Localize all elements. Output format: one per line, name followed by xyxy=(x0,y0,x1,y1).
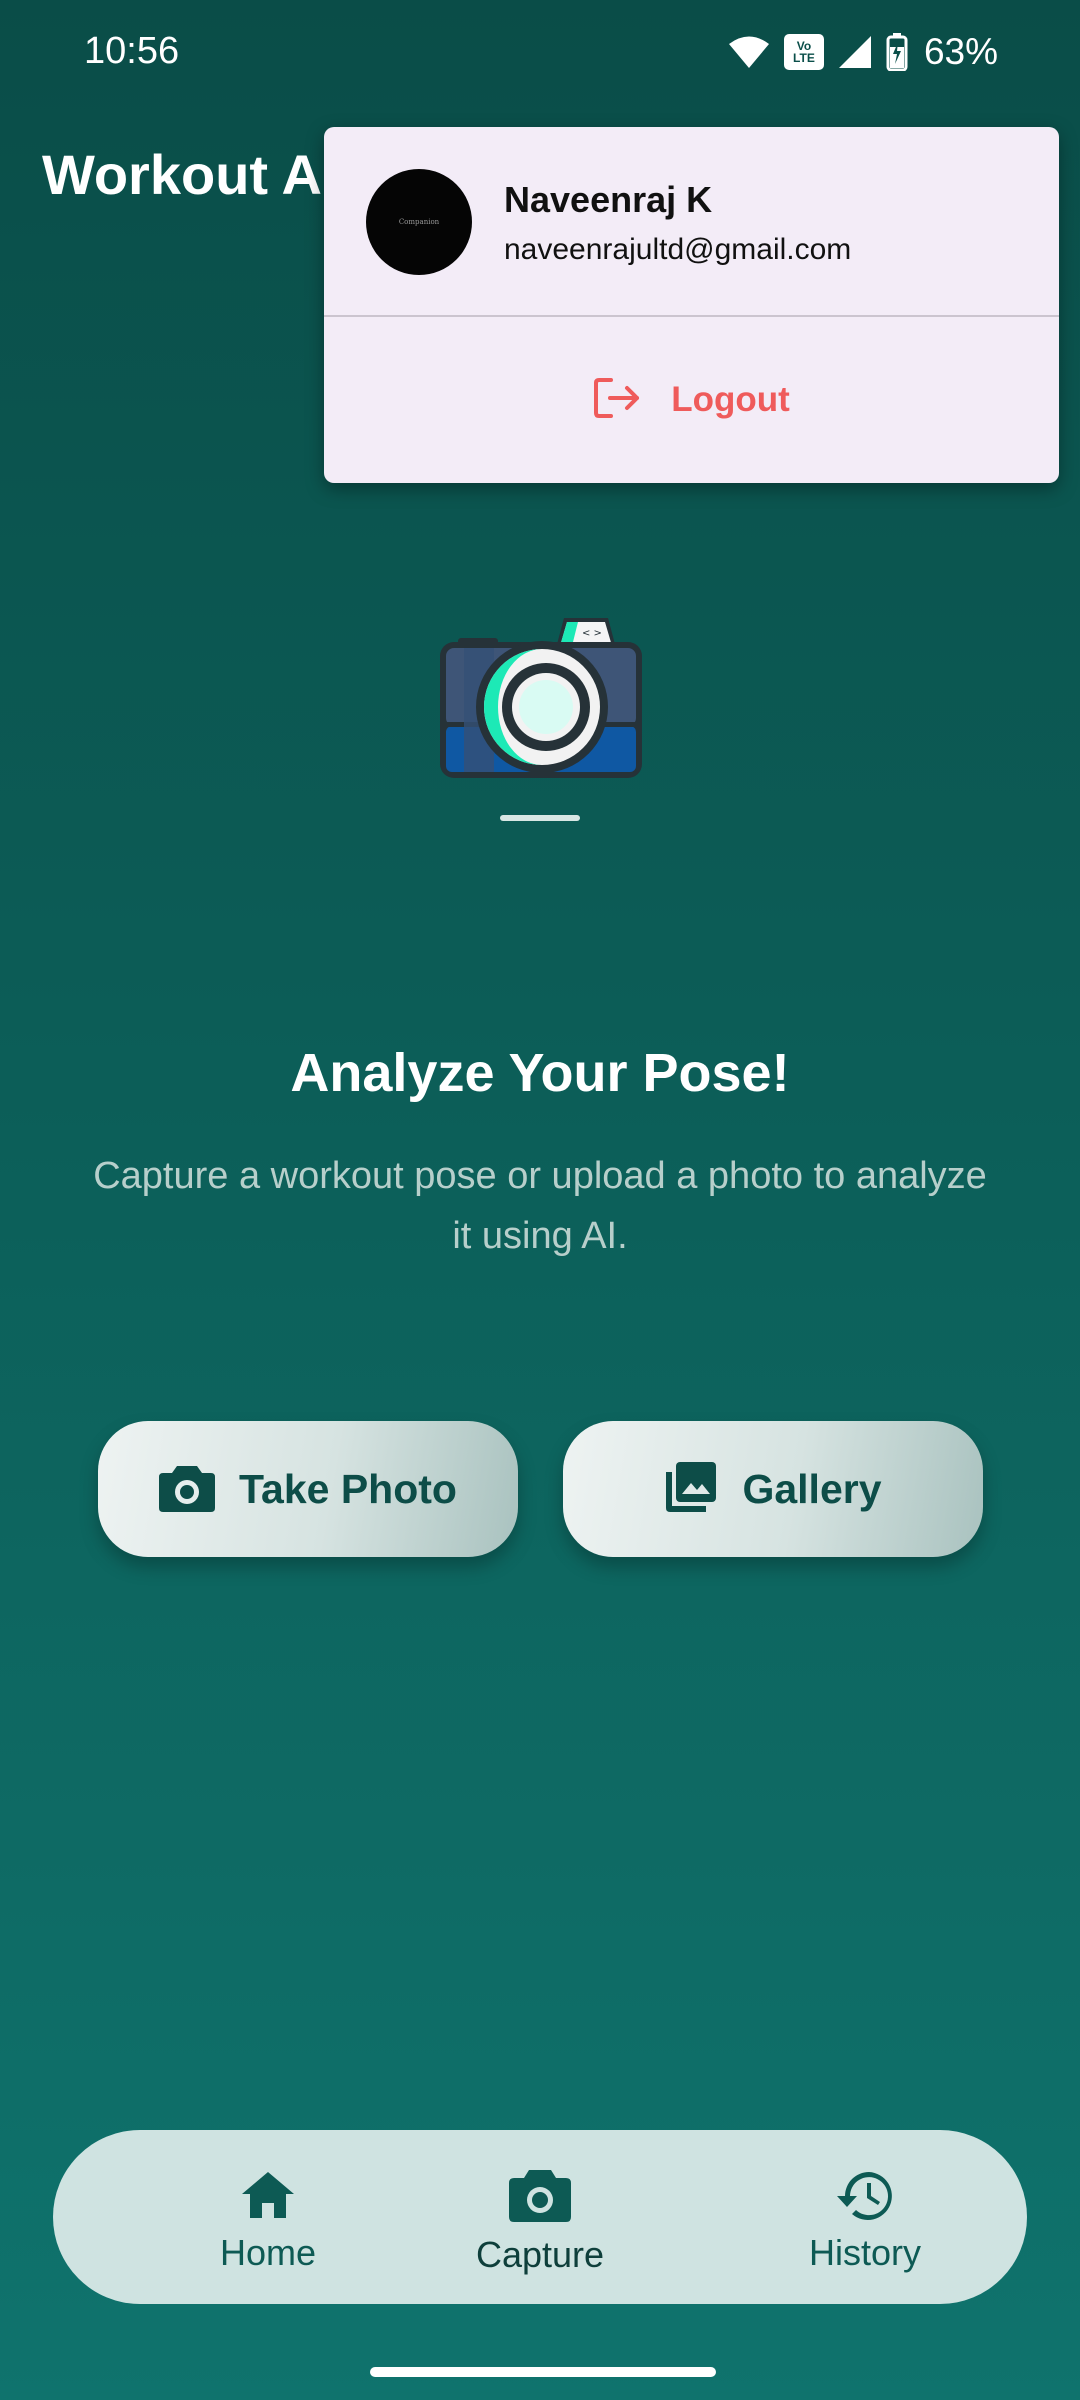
camera-icon xyxy=(509,2170,571,2222)
nav-item-capture[interactable]: Capture xyxy=(430,2130,650,2304)
nav-label-home: Home xyxy=(219,2232,317,2273)
signal-icon xyxy=(838,35,872,69)
wifi-icon xyxy=(728,35,770,69)
gallery-button[interactable]: Gallery xyxy=(563,1421,983,1557)
avatar: Companion xyxy=(366,169,472,275)
gallery-label: Gallery xyxy=(742,1465,882,1512)
user-name: Naveenraj K xyxy=(504,179,713,220)
home-icon xyxy=(242,2172,294,2218)
page-description: Capture a workout pose or upload a photo… xyxy=(93,1155,987,1257)
network-badge: Vo LTE xyxy=(793,39,815,65)
status-bar: 10:56 Vo LTE 63% xyxy=(0,0,1080,104)
nav-label-capture: Capture xyxy=(475,2234,605,2275)
logout-label: Logout xyxy=(671,380,790,419)
home-indicator xyxy=(370,2367,716,2377)
logout-icon xyxy=(593,376,641,425)
nav-label-history: History xyxy=(808,2232,921,2273)
take-photo-label: Take Photo xyxy=(239,1465,457,1512)
svg-text:< >: < > xyxy=(582,628,602,639)
account-popup-menu: Companion Naveenraj K naveenrajultd@gmai… xyxy=(324,127,1059,483)
bottom-navigation: Home Capture History xyxy=(53,2130,1027,2304)
volte-badge-icon: Vo LTE xyxy=(783,34,824,70)
take-photo-button[interactable]: Take Photo xyxy=(98,1421,518,1557)
illustration-divider xyxy=(500,815,580,821)
user-email: naveenrajultd@gmail.com xyxy=(504,233,852,266)
nav-item-home[interactable]: Home xyxy=(158,2130,378,2304)
page-headline: Analyze Your Pose! xyxy=(290,1043,790,1103)
camera-illustration: < > xyxy=(436,612,646,782)
history-icon xyxy=(837,2172,892,2220)
logout-button[interactable]: Logout xyxy=(324,317,1059,483)
battery-percent: 63% xyxy=(923,31,998,72)
nav-item-history[interactable]: History xyxy=(755,2130,975,2304)
camera-icon xyxy=(159,1462,216,1517)
app-title: Workout Analyzer xyxy=(42,143,342,206)
status-icons: Vo LTE 63% xyxy=(728,30,998,74)
photo-library-icon xyxy=(664,1460,718,1519)
status-time: 10:56 xyxy=(84,30,180,72)
avatar-text: Companion xyxy=(398,218,440,226)
battery-charging-icon xyxy=(886,33,908,71)
